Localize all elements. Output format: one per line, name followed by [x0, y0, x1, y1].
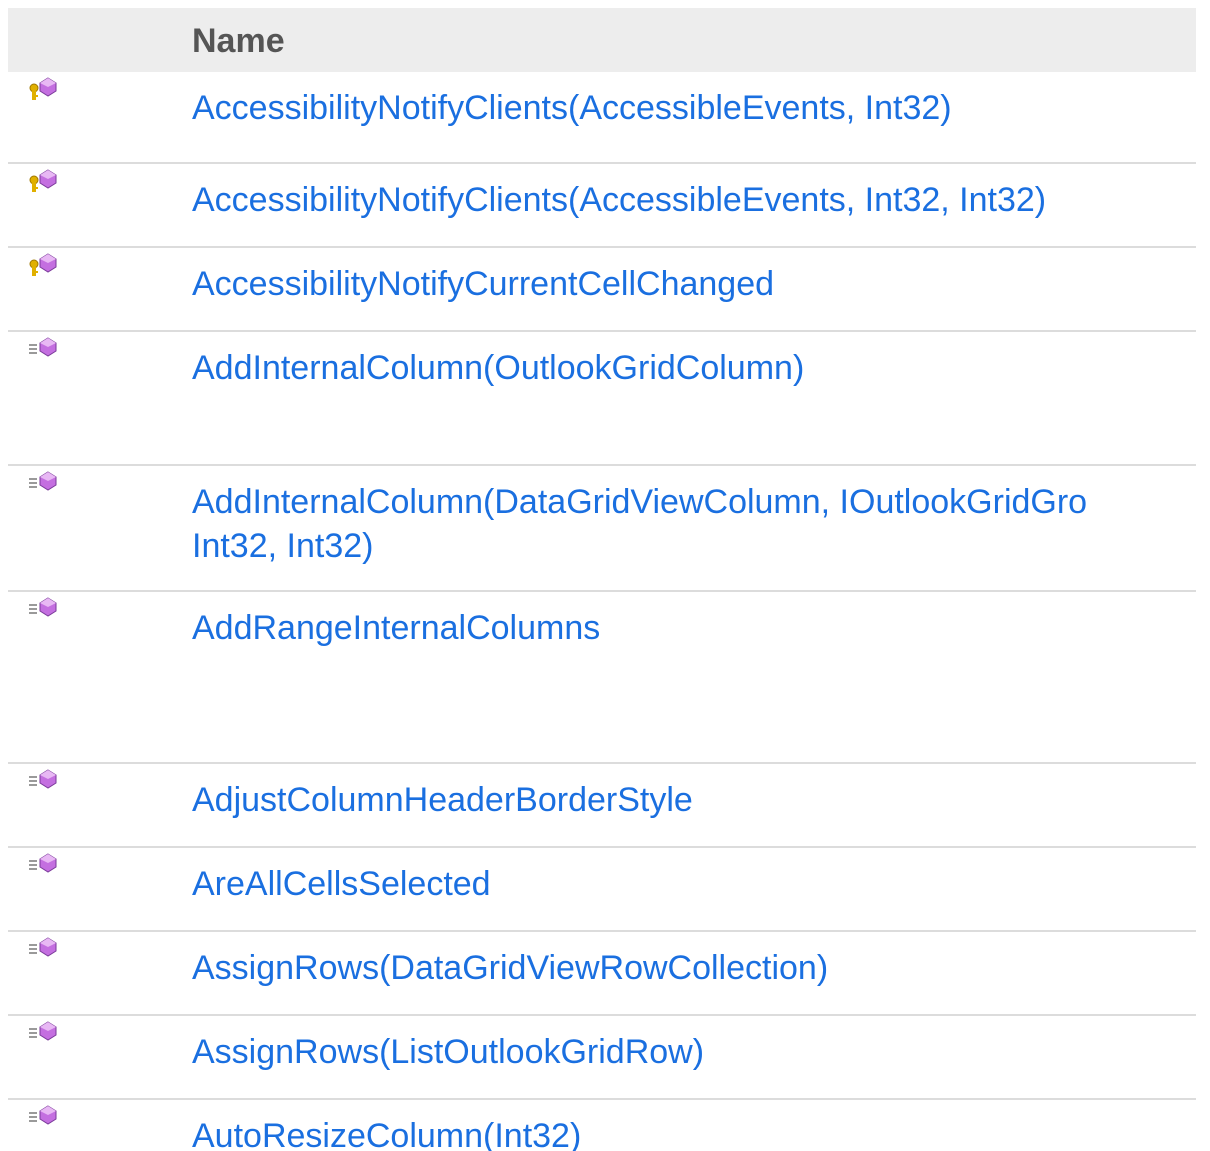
- table-row: AddInternalColumn(DataGridViewColumn, IO…: [8, 466, 1196, 592]
- method-link[interactable]: AreAllCellsSelected: [192, 864, 1196, 904]
- method-link[interactable]: AddInternalColumn(OutlookGridColumn): [192, 348, 1196, 388]
- table-row: AddRangeInternalColumns: [8, 592, 1196, 764]
- table-row: AreAllCellsSelected: [8, 848, 1196, 932]
- table-row: AccessibilityNotifyClients(AccessibleEve…: [8, 164, 1196, 248]
- protected-method-icon: [26, 76, 66, 106]
- method-link-continuation[interactable]: Int32, Int32): [192, 526, 1196, 566]
- table-row: AutoResizeColumn(Int32): [8, 1100, 1196, 1151]
- protected-method-icon: [26, 252, 66, 282]
- table-row: AddInternalColumn(OutlookGridColumn): [8, 332, 1196, 466]
- public-method-icon: [26, 1104, 66, 1134]
- method-link[interactable]: AccessibilityNotifyCurrentCellChanged: [192, 264, 1196, 304]
- protected-method-icon: [26, 168, 66, 198]
- table-row: AssignRows(DataGridViewRowCollection): [8, 932, 1196, 1016]
- method-link[interactable]: AssignRows(DataGridViewRowCollection): [192, 948, 1196, 988]
- public-method-icon: [26, 768, 66, 798]
- method-link[interactable]: AdjustColumnHeaderBorderStyle: [192, 780, 1196, 820]
- table-header-row: Name: [8, 8, 1196, 72]
- table-row: AssignRows(ListOutlookGridRow): [8, 1016, 1196, 1100]
- public-method-icon: [26, 1020, 66, 1050]
- method-link[interactable]: AccessibilityNotifyClients(AccessibleEve…: [192, 180, 1196, 220]
- table-row: AccessibilityNotifyCurrentCellChanged: [8, 248, 1196, 332]
- public-method-icon: [26, 336, 66, 366]
- method-link[interactable]: AssignRows(ListOutlookGridRow): [192, 1032, 1196, 1072]
- method-link[interactable]: AddRangeInternalColumns: [192, 608, 1196, 648]
- public-method-icon: [26, 596, 66, 626]
- public-method-icon: [26, 470, 66, 500]
- name-column-header: Name: [192, 22, 285, 60]
- method-link[interactable]: AutoResizeColumn(Int32): [192, 1116, 1196, 1151]
- method-link[interactable]: AccessibilityNotifyClients(AccessibleEve…: [192, 88, 1196, 128]
- table-row: AdjustColumnHeaderBorderStyle: [8, 764, 1196, 848]
- public-method-icon: [26, 936, 66, 966]
- public-method-icon: [26, 852, 66, 882]
- method-link[interactable]: AddInternalColumn(DataGridViewColumn, IO…: [192, 482, 1196, 522]
- members-table: Name AccessibilityNotifyClients(Accessib…: [8, 8, 1196, 1151]
- table-row: AccessibilityNotifyClients(AccessibleEve…: [8, 72, 1196, 164]
